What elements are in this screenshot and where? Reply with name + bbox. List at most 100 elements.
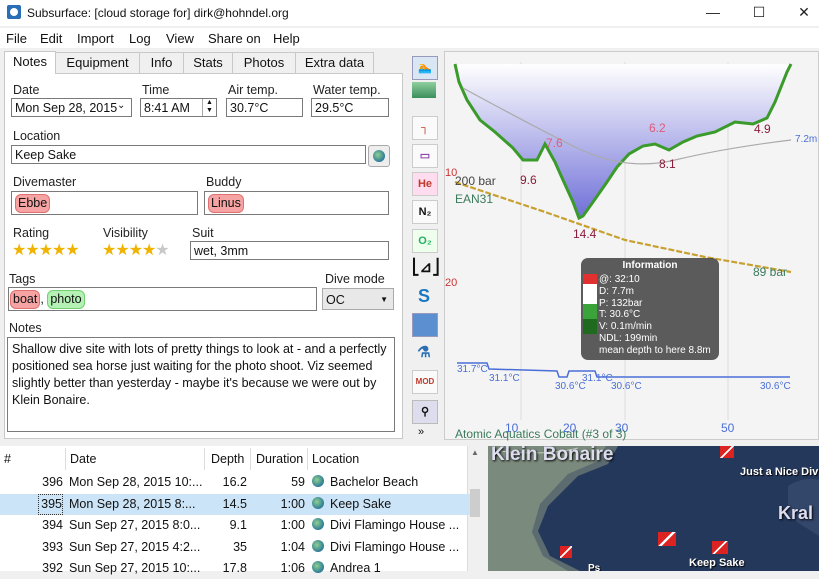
divemaster-field[interactable]: Ebbe (11, 191, 198, 215)
col-header-date[interactable]: Date (70, 448, 96, 470)
dive-profile[interactable]: 7.6 9.6 14.4 6.2 8.1 4.9 7.2m 200 bar EA… (444, 51, 819, 441)
dive-depth: 9.1 (205, 515, 247, 536)
ceiling-icon[interactable] (412, 82, 436, 98)
menu-bar (0, 28, 819, 48)
dive-map[interactable]: Klein Bonaire Just a Nice Div Kral Keep … (488, 446, 819, 571)
dive-row[interactable]: 396 Mon Sep 28, 2015 10:... 16.2 59 Bachelor… (0, 472, 470, 493)
col-header-duration[interactable]: Duration (256, 448, 303, 470)
col-divider (204, 448, 205, 470)
notes-textarea[interactable]: Shallow dive site with lots of pretty th… (7, 337, 395, 432)
dive-mode-label: Dive mode (325, 272, 385, 286)
menu-share-on[interactable]: Share on (208, 31, 261, 46)
o2-button[interactable]: O₂ (412, 229, 438, 253)
cell-text: 395 (41, 496, 62, 511)
mod-button[interactable]: MOD (412, 370, 438, 394)
star-icon[interactable]: ★ (12, 242, 26, 259)
dive-date: Mon Sep 28, 2015 8:... (69, 494, 203, 515)
star-icon[interactable]: ★ (155, 242, 169, 259)
dive-row[interactable]: 393 Sun Sep 27, 2015 4:2... 35 1:04 Divi Fla… (0, 537, 470, 558)
dive-depth: 17.8 (205, 558, 247, 579)
tab-stats[interactable]: Stats (183, 52, 233, 74)
heart-rate-icon[interactable]: ⚗ (412, 342, 436, 364)
dive-row[interactable]: 395 Mon Sep 28, 2015 8:... 14.5 1:00 Keep Sa… (0, 493, 470, 515)
air-temp-field[interactable]: 30.7°C (226, 98, 303, 117)
close-button[interactable]: ✕ (781, 0, 819, 26)
star-icon[interactable]: ★ (102, 242, 116, 259)
menu-log[interactable]: Log (129, 31, 151, 46)
maximize-button[interactable]: ☐ (736, 0, 782, 26)
depth-label: 7.2m (795, 134, 817, 145)
divemaster-label: Divemaster (13, 175, 77, 189)
date-field[interactable]: Mon Sep 28, 2015 (11, 98, 132, 117)
visibility-stars[interactable]: ★★★★★ (102, 240, 170, 260)
globe-icon (312, 539, 324, 552)
scale-icon[interactable]: S (412, 285, 436, 307)
dive-flag-icon[interactable] (712, 541, 728, 554)
tab-notes[interactable]: Notes (4, 51, 56, 74)
he-button[interactable]: He (412, 172, 438, 196)
tab-equipment[interactable]: Equipment (55, 52, 140, 74)
ruler-icon[interactable]: ⎣⊿⎦ (412, 257, 440, 279)
globe-icon (312, 561, 324, 573)
dive-mode-select[interactable]: OC ▼ (322, 288, 394, 310)
star-icon[interactable]: ★ (39, 242, 53, 259)
scrollbar-thumb[interactable] (470, 489, 480, 517)
depth-label: 6.2 (649, 121, 666, 135)
dive-flag-icon[interactable] (560, 546, 572, 558)
diver-icon[interactable]: 🏊 (412, 56, 438, 80)
n2-button[interactable]: N₂ (412, 200, 438, 224)
calc-ceiling-icon[interactable]: ┐ (412, 116, 438, 140)
dive-flag-icon[interactable] (658, 532, 676, 546)
photo-icon[interactable] (412, 313, 438, 337)
dive-row[interactable]: 394 Sun Sep 27, 2015 8:0... 9.1 1:00 Divi Fl… (0, 515, 470, 536)
info-title: Information (622, 260, 678, 271)
star-icon[interactable]: ★ (65, 242, 79, 259)
temperature-label: 30.6°C (611, 381, 642, 392)
minimize-button[interactable]: — (690, 0, 736, 26)
suit-field[interactable]: wet, 3mm (190, 241, 389, 260)
col-header-depth[interactable]: Depth (211, 448, 244, 470)
location-label: Location (13, 129, 61, 143)
water-temp-field[interactable]: 29.5°C (311, 98, 389, 117)
menu-import[interactable]: Import (77, 31, 114, 46)
depth-label: 7.6 (546, 136, 563, 150)
dive-computer-label: Atomic Aquatics Cobalt (#3 of 3) (455, 427, 626, 441)
tab-photos[interactable]: Photos (232, 52, 296, 74)
star-icon[interactable]: ★ (142, 242, 156, 259)
gas-icon[interactable]: ⚲ (412, 400, 438, 424)
location-globe-button[interactable] (368, 145, 390, 167)
dive-duration: 1:00 (251, 515, 305, 536)
profile-graph: 7.6 9.6 14.4 6.2 8.1 4.9 7.2m 200 bar EA… (445, 62, 817, 441)
star-icon[interactable]: ★ (25, 242, 39, 259)
gas-label: EAN31 (455, 192, 493, 206)
tag-chip: photo (47, 290, 85, 309)
menu-help[interactable]: Help (273, 31, 300, 46)
dive-row[interactable]: 392 Sun Sep 27, 2015 10:... 17.8 1:06 Andrea… (0, 558, 470, 579)
time-spinner-icon[interactable]: ▲ ▼ (202, 99, 216, 116)
tags-field[interactable]: boat, photo (8, 287, 317, 311)
buddy-field[interactable]: Linus (204, 191, 389, 215)
star-icon[interactable]: ★ (115, 242, 129, 259)
rating-stars[interactable]: ★★★★★ (12, 240, 80, 260)
cell-text: 14.5 (222, 496, 247, 511)
scroll-up-icon[interactable]: ▲ (471, 448, 479, 457)
star-icon[interactable]: ★ (52, 242, 66, 259)
location-field[interactable]: Keep Sake (11, 145, 366, 164)
depth-label: 4.9 (754, 122, 771, 136)
tissue-icon[interactable]: ▭ (412, 144, 438, 168)
chevron-down-icon[interactable]: ⌄ (117, 100, 125, 111)
menu-view[interactable]: View (166, 31, 194, 46)
notes-label: Notes (9, 321, 42, 335)
col-header-location[interactable]: Location (312, 448, 359, 470)
menu-edit[interactable]: Edit (40, 31, 62, 46)
tab-extra-data[interactable]: Extra data (295, 52, 374, 74)
more-chevron-icon[interactable]: » (418, 426, 424, 438)
star-icon[interactable]: ★ (129, 242, 143, 259)
menu-file[interactable]: File (6, 31, 27, 46)
cell-text: 16.2 (222, 475, 247, 489)
globe-icon (373, 150, 385, 162)
dive-flag-icon[interactable] (720, 446, 734, 458)
tab-info[interactable]: Info (139, 52, 184, 74)
cell-text: 1:00 (280, 496, 305, 511)
col-header-number[interactable]: # (4, 448, 11, 470)
